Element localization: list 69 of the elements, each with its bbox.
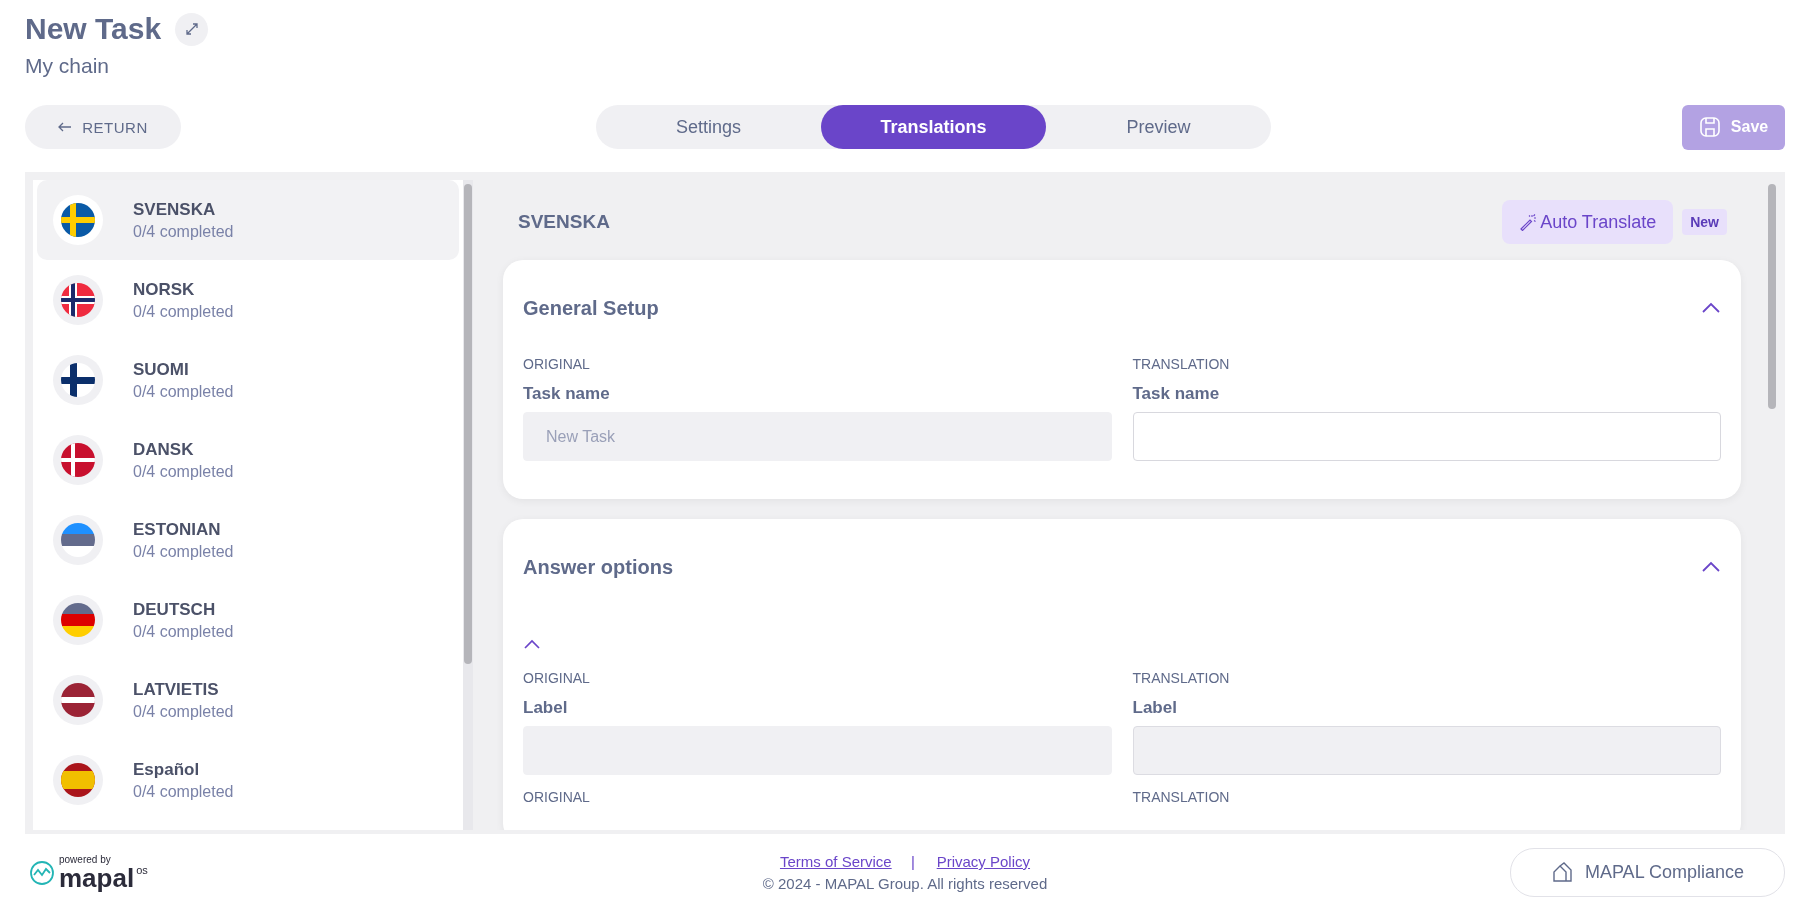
- flag-icon: [61, 283, 95, 317]
- flag-icon: [61, 763, 95, 797]
- logo-text: mapal: [59, 865, 135, 891]
- column-heading: TRANSLATION: [1132, 356, 1231, 372]
- column-heading: ORIGINAL: [523, 356, 591, 372]
- flag-icon: [61, 203, 95, 237]
- flag-icon: [61, 443, 95, 477]
- column-heading: ORIGINAL: [523, 789, 591, 805]
- left-arrow-icon: [58, 122, 73, 132]
- language-name: SVENSKA: [133, 199, 217, 220]
- language-name: LATVIETIS: [133, 679, 220, 700]
- language-item[interactable]: DANSK 0/4 completed: [37, 420, 459, 500]
- copyright-text: © 2024 - MAPAL Group. All rights reserved: [762, 875, 1048, 892]
- flag-icon: [61, 683, 95, 717]
- language-item[interactable]: SVENSKA 0/4 completed: [37, 180, 459, 260]
- progress-text: 0/4 completed: [133, 382, 234, 401]
- language-name: Español: [133, 759, 201, 780]
- house-icon: [1550, 861, 1573, 884]
- language-item[interactable]: ESTONIAN 0/4 completed: [37, 500, 459, 580]
- link-separator: |: [911, 853, 915, 870]
- tab[interactable]: Preview: [1046, 105, 1271, 149]
- field-label: Task name: [523, 384, 611, 404]
- chevron-icon[interactable]: [1701, 302, 1721, 314]
- field-label: Task name: [1132, 384, 1221, 404]
- page-subtitle: My chain: [25, 54, 111, 78]
- flag-icon: [61, 523, 95, 557]
- page-title: New Task: [25, 12, 162, 46]
- column-heading: TRANSLATION: [1132, 789, 1231, 805]
- return-button[interactable]: RETURN: [25, 105, 181, 149]
- expand-icon[interactable]: [175, 12, 209, 46]
- logo-icon: [29, 859, 55, 886]
- footer-link[interactable]: Privacy Policy: [936, 853, 1030, 870]
- tab[interactable]: Settings: [596, 105, 821, 149]
- progress-text: 0/4 completed: [133, 622, 234, 641]
- field-label: Label: [523, 698, 569, 718]
- language-name: DANSK: [133, 439, 195, 460]
- progress-text: 0/4 completed: [133, 302, 234, 321]
- footer-link[interactable]: Terms of Service: [779, 853, 892, 870]
- powered-by-text: powered by: [59, 854, 112, 865]
- chevron-icon[interactable]: [1701, 561, 1721, 573]
- language-item[interactable]: SUOMI 0/4 completed: [37, 340, 459, 420]
- new-badge: New: [1682, 209, 1727, 235]
- auto-translate-button[interactable]: Auto Translate: [1502, 200, 1674, 244]
- progress-text: 0/4 completed: [133, 702, 234, 721]
- language-item[interactable]: NORSK 0/4 completed: [37, 260, 459, 340]
- compliance-button[interactable]: MAPAL Compliance: [1510, 848, 1785, 897]
- language-heading: SVENSKA: [517, 211, 611, 233]
- language-name: NORSK: [133, 279, 196, 300]
- section-title: Answer options: [523, 555, 673, 579]
- language-name: SUOMI: [133, 359, 190, 380]
- chevron-icon[interactable]: [523, 639, 541, 650]
- section-title: General Setup: [523, 296, 659, 320]
- logo-suffix: os: [136, 865, 148, 876]
- language-name: DEUTSCH: [133, 599, 217, 620]
- language-name: ESTONIAN: [133, 519, 222, 540]
- language-item[interactable]: Español 0/4 completed: [37, 740, 459, 820]
- progress-text: 0/4 completed: [133, 542, 234, 561]
- language-item[interactable]: LATVIETIS 0/4 completed: [37, 660, 459, 740]
- tab[interactable]: Translations: [821, 105, 1046, 149]
- column-heading: ORIGINAL: [523, 670, 591, 686]
- column-heading: TRANSLATION: [1132, 670, 1231, 686]
- progress-text: 0/4 completed: [133, 222, 234, 241]
- flag-icon: [61, 363, 95, 397]
- progress-text: 0/4 completed: [133, 462, 234, 481]
- field-label: Label: [1132, 698, 1178, 718]
- language-item[interactable]: DEUTSCH 0/4 completed: [37, 580, 459, 660]
- flag-icon: [61, 603, 95, 637]
- progress-text: 0/4 completed: [133, 782, 234, 801]
- magic-wand-icon: [1519, 213, 1538, 231]
